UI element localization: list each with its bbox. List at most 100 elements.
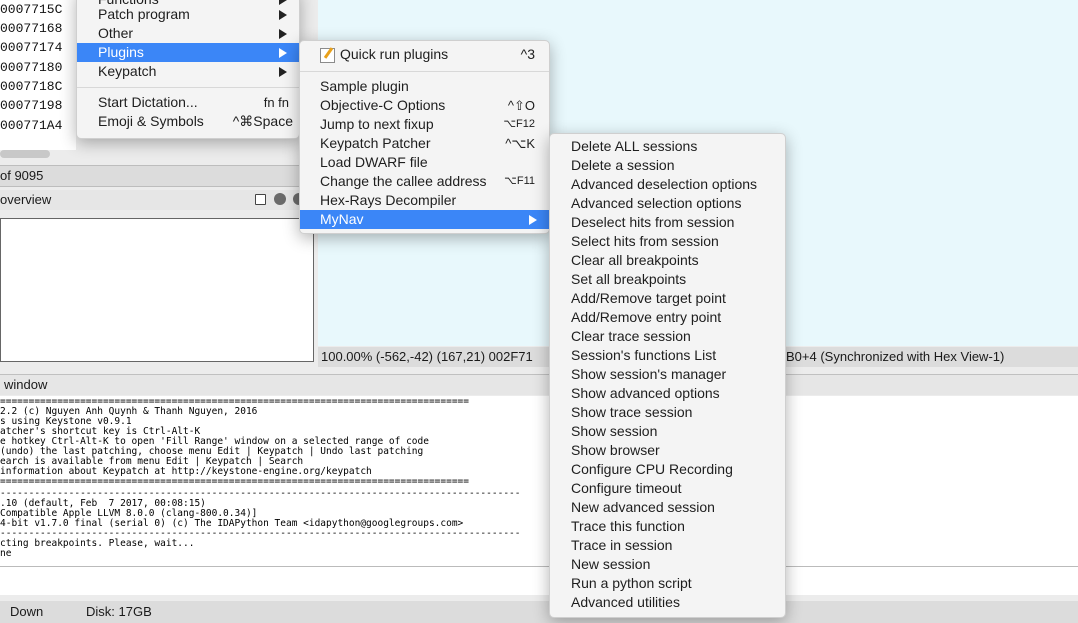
menu-item[interactable]: Session's functions List: [550, 346, 785, 365]
output-window-title: window: [4, 377, 48, 392]
menu-item-objc-options[interactable]: Objective-C Options ^⇧O: [300, 96, 549, 115]
address-row[interactable]: 00077174: [0, 40, 62, 55]
address-row[interactable]: 000771A4: [0, 118, 62, 133]
menu-item-sample-plugin[interactable]: Sample plugin: [300, 77, 549, 96]
menu-item[interactable]: Add/Remove target point: [550, 289, 785, 308]
menu-item[interactable]: Trace in session: [550, 536, 785, 555]
menu-item[interactable]: Show advanced options: [550, 384, 785, 403]
menu-item-label: Jump to next fixup: [320, 116, 434, 132]
menu-item-label: Trace this function: [571, 518, 685, 534]
overview-title: overview: [0, 192, 52, 207]
menu-item-label: Advanced deselection options: [571, 176, 758, 192]
address-row[interactable]: 0007718C: [0, 79, 62, 94]
address-row[interactable]: 00077180: [0, 60, 62, 75]
menu-item-label: Show session's manager: [571, 366, 727, 382]
menu-item-label: Plugins: [98, 44, 144, 60]
menu-item-quick-run-plugins[interactable]: Quick run plugins ^3: [300, 45, 549, 64]
menu-item[interactable]: Select hits from session: [550, 232, 785, 251]
address-row[interactable]: 0007715C: [0, 2, 62, 17]
menu-item[interactable]: Advanced deselection options: [550, 175, 785, 194]
function-count-status: of 9095: [0, 165, 316, 187]
menu-item-label: Start Dictation...: [98, 94, 198, 110]
output-window[interactable]: ========================================…: [0, 396, 1078, 566]
plugins-menu: Quick run plugins ^3 Sample plugin Objec…: [299, 40, 550, 234]
menu-item[interactable]: Show session's manager: [550, 365, 785, 384]
horizontal-scrollbar[interactable]: [0, 150, 50, 158]
address-row[interactable]: 00077198: [0, 98, 62, 113]
menu-item-other[interactable]: Other: [77, 24, 299, 43]
menu-item-hex-rays[interactable]: Hex-Rays Decompiler: [300, 191, 549, 210]
restore-icon[interactable]: [274, 193, 286, 205]
maximize-icon[interactable]: [255, 194, 266, 205]
menu-item-shortcut: ⌥F12: [503, 118, 535, 130]
overview-panel[interactable]: [0, 218, 314, 362]
menu-item-label: Set all breakpoints: [571, 271, 687, 287]
menu-item[interactable]: Run a python script: [550, 574, 785, 593]
menu-item-label: Load DWARF file: [320, 154, 428, 170]
menu-item-label: Select hits from session: [571, 233, 719, 249]
menu-item-label: Deselect hits from session: [571, 214, 735, 230]
menu-item-label: MyNav: [320, 211, 364, 227]
menu-item[interactable]: Show browser: [550, 441, 785, 460]
menu-item-label: Session's functions List: [571, 347, 717, 363]
menu-item[interactable]: Clear trace session: [550, 327, 785, 346]
menu-item-shortcut: fn fn: [263, 95, 289, 110]
menu-item-label: Run a python script: [571, 575, 692, 591]
menu-item[interactable]: Delete ALL sessions: [550, 137, 785, 156]
menu-item[interactable]: Trace this function: [550, 517, 785, 536]
menu-item-jump-next-fixup[interactable]: Jump to next fixup ⌥F12: [300, 115, 549, 134]
menu-item-label: Delete ALL sessions: [571, 138, 698, 154]
menu-item-emoji-symbols[interactable]: Emoji & Symbols ^⌘Space: [77, 112, 299, 131]
menu-item-label: Other: [98, 25, 134, 41]
edit-menu: Functions Patch program Other Plugins Ke…: [76, 0, 300, 139]
menu-item[interactable]: Deselect hits from session: [550, 213, 785, 232]
menu-item-label: Clear trace session: [571, 328, 691, 344]
menu-item-change-callee[interactable]: Change the callee address ⌥F11: [300, 172, 549, 191]
address-row[interactable]: 00077168: [0, 21, 62, 36]
menu-item-label: Show browser: [571, 442, 660, 458]
menu-item-label: Emoji & Symbols: [98, 113, 204, 129]
mynav-menu: Delete ALL sessions Delete a session Adv…: [549, 133, 786, 618]
menu-item-label: Quick run plugins: [340, 46, 449, 62]
menu-item[interactable]: New advanced session: [550, 498, 785, 517]
menu-item[interactable]: Configure timeout: [550, 479, 785, 498]
menu-item[interactable]: Set all breakpoints: [550, 270, 785, 289]
menu-item-keypatch[interactable]: Keypatch: [77, 62, 299, 81]
menu-item[interactable]: Add/Remove entry point: [550, 308, 785, 327]
menu-separator: [300, 71, 549, 72]
menu-item-label: Change the callee address: [320, 173, 487, 189]
menu-item-label: Delete a session: [571, 157, 675, 173]
menu-item[interactable]: Show session: [550, 422, 785, 441]
menu-item-keypatch-patcher[interactable]: Keypatch Patcher ^⌥K: [300, 134, 549, 153]
output-window-header: window: [0, 374, 1078, 395]
python-command-input[interactable]: [0, 566, 1078, 595]
menu-item[interactable]: Clear all breakpoints: [550, 251, 785, 270]
disk-space: Disk: 17GB: [86, 604, 152, 619]
menu-item-plugins[interactable]: Plugins: [77, 43, 299, 62]
menu-item-label: Patch program: [98, 6, 190, 22]
menu-item-shortcut: ^⌘Space: [232, 113, 293, 129]
menu-item-patch-program[interactable]: Patch program: [77, 5, 299, 24]
overview-panel-header: overview: [0, 190, 316, 210]
output-line: cting breakpoints. Please, wait...: [0, 538, 195, 549]
menu-item-label: Objective-C Options: [320, 97, 446, 113]
menu-item-load-dwarf[interactable]: Load DWARF file: [300, 153, 549, 172]
menu-item-label: Advanced utilities: [571, 594, 680, 610]
menu-item-label: Show advanced options: [571, 385, 720, 401]
menu-item-label: Add/Remove entry point: [571, 309, 722, 325]
menu-item-mynav[interactable]: MyNav: [300, 210, 549, 229]
bottom-status-bar: Down Disk: 17GB: [0, 601, 1078, 623]
menu-item[interactable]: Advanced utilities: [550, 593, 785, 612]
menu-item-start-dictation[interactable]: Start Dictation... fn fn: [77, 93, 299, 112]
menu-item-label: Sample plugin: [320, 78, 409, 94]
menu-item[interactable]: Delete a session: [550, 156, 785, 175]
menu-item-label: Trace in session: [571, 537, 673, 553]
menu-item-label: New advanced session: [571, 499, 715, 515]
menu-item[interactable]: Advanced selection options: [550, 194, 785, 213]
menu-item-label: Advanced selection options: [571, 195, 742, 211]
menu-item[interactable]: Configure CPU Recording: [550, 460, 785, 479]
menu-item[interactable]: New session: [550, 555, 785, 574]
submenu-arrow-icon: [279, 48, 287, 58]
menu-item[interactable]: Show trace session: [550, 403, 785, 422]
address-list[interactable]: 0007715C 00077168 00077174 00077180 0007…: [0, 0, 76, 150]
